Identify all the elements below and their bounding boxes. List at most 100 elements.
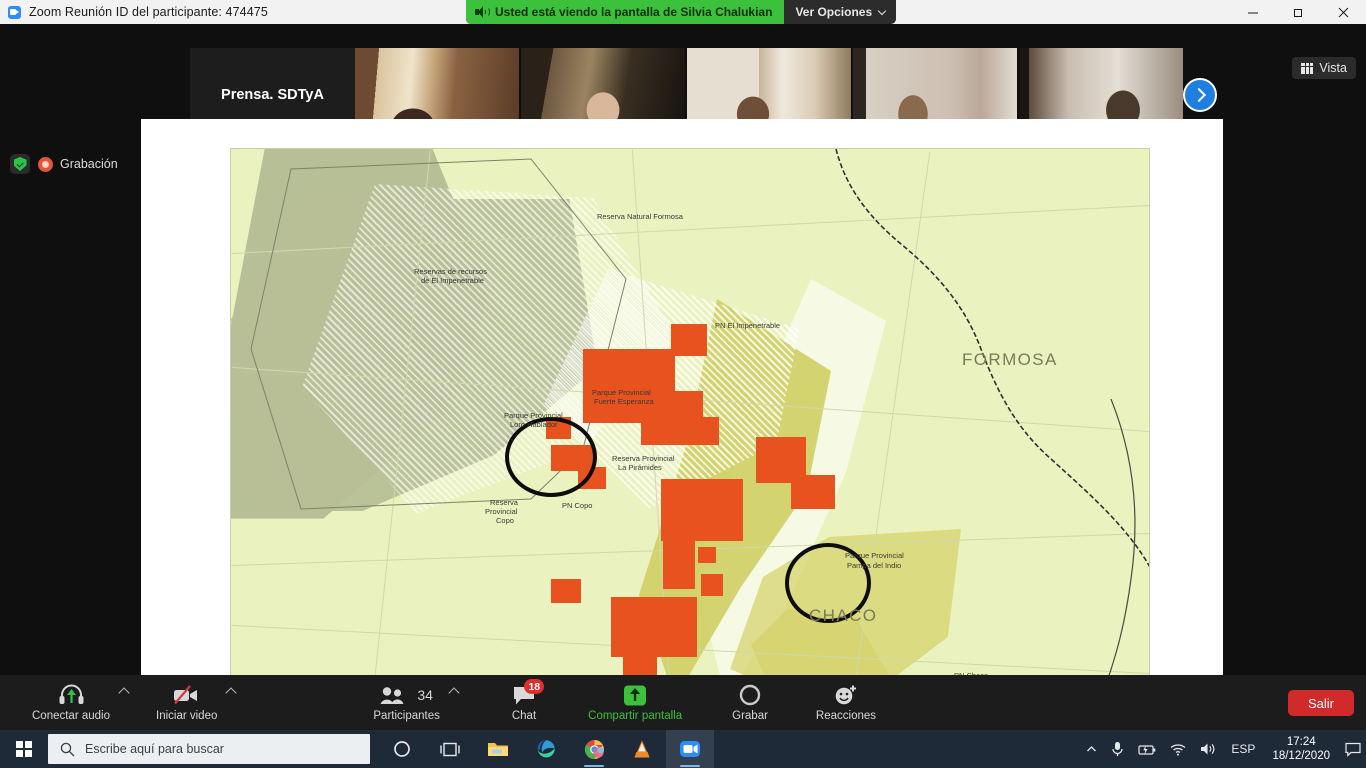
edge-icon[interactable]: [522, 730, 570, 768]
screen-share-banner: Usted está viendo la pantalla de Silvia …: [466, 0, 897, 24]
taskbar-icons: [378, 730, 714, 768]
tray-volume-button[interactable]: [1193, 730, 1224, 768]
record-button[interactable]: Grabar: [722, 675, 778, 730]
map-label: Reservas de recursos: [414, 267, 487, 276]
file-explorer-icon[interactable]: [474, 730, 522, 768]
start-button[interactable]: [0, 730, 48, 768]
map-label: Loro Hablador: [510, 420, 558, 429]
tray-microphone-button[interactable]: [1104, 730, 1131, 768]
participants-count: 34: [417, 687, 433, 703]
wifi-icon: [1171, 743, 1186, 756]
tray-battery-button[interactable]: [1131, 730, 1163, 768]
recording-indicator[interactable]: Grabación: [10, 154, 118, 174]
active-speaker-name: Prensa. SDTyA: [221, 87, 324, 103]
search-placeholder: Escribe aquí para buscar: [85, 742, 224, 756]
reactions-label: Reacciones: [815, 710, 877, 722]
start-video-label: Iniciar video: [156, 710, 218, 722]
windows-taskbar: Escribe aquí para buscar ESP 17:24 18/12…: [0, 730, 1366, 768]
taskbar-search[interactable]: Escribe aquí para buscar: [48, 734, 370, 764]
search-icon: [60, 742, 75, 756]
view-options-button[interactable]: Ver Opciones: [784, 0, 896, 24]
zoom-icon[interactable]: [666, 730, 714, 768]
video-options-button[interactable]: [225, 663, 241, 718]
next-participants-button[interactable]: [1183, 78, 1217, 112]
notification-center-button[interactable]: [1340, 730, 1366, 768]
meeting-stage: Prensa. SDTyA Alejandra Ca... Silvia Cha…: [0, 24, 1366, 718]
audio-control-group: Conectar audio: [22, 675, 134, 730]
clock-date: 18/12/2020: [1272, 750, 1330, 762]
cortana-icon[interactable]: [378, 730, 426, 768]
clock-time: 17:24: [1286, 736, 1316, 748]
battery-charging-icon: [1138, 744, 1156, 755]
security-shield-icon: [10, 154, 30, 174]
leave-meeting-button[interactable]: Salir: [1288, 690, 1354, 716]
map-province-label: CHACO: [809, 606, 878, 625]
chevron-up-icon: [225, 686, 238, 699]
map-label: Parque Provincial: [845, 551, 904, 560]
people-icon: 34: [380, 683, 433, 707]
map-highlight-circle: [505, 417, 597, 497]
protected-area: [641, 417, 719, 445]
smiley-plus-icon: [834, 683, 858, 707]
tray-wifi-button[interactable]: [1163, 730, 1193, 768]
speaker-icon: [475, 6, 490, 18]
map-label: Fuerte Esperanza: [594, 397, 654, 406]
connect-audio-button[interactable]: Conectar audio: [22, 675, 120, 730]
chat-button[interactable]: Chat 18: [502, 675, 546, 730]
zoom-meeting-window: Zoom Reunión ID del participante: 474475…: [0, 0, 1366, 768]
view-layout-button[interactable]: Vista: [1292, 57, 1356, 79]
map-label: Parque Provincial: [592, 388, 651, 397]
map-label: Reserva Provincial: [612, 454, 675, 463]
window-controls: [1231, 0, 1366, 24]
participants-label: Participantes: [373, 710, 440, 722]
participants-button[interactable]: 34 Participantes: [363, 675, 449, 730]
map-label: Reserva Natural Formosa: [597, 212, 683, 221]
meeting-control-bar: Conectar audio Iniciar video 34 Particip…: [0, 675, 1366, 730]
window-title: Zoom Reunión ID del participante: 474475: [29, 5, 268, 19]
grid-view-icon: [1301, 62, 1314, 74]
map-label: La Pirámides: [618, 463, 662, 472]
map-label: Reserva: [490, 498, 518, 507]
maximize-button[interactable]: [1276, 0, 1321, 24]
protected-area: [698, 547, 716, 563]
north-arrow-icon: N: [1148, 287, 1149, 343]
chaco-corridors-map[interactable]: N 0 12.5 25 50 75 100: [230, 148, 1150, 699]
map-label: de El Impenetrable: [421, 276, 484, 285]
start-video-button[interactable]: Iniciar video: [146, 675, 227, 730]
protected-area: [663, 539, 695, 589]
map-label: Pampa del Indio: [847, 561, 902, 570]
map-canvas: [231, 149, 1149, 698]
system-tray: ESP 17:24 18/12/2020: [1079, 730, 1366, 768]
minimize-button[interactable]: [1231, 0, 1276, 24]
language-label: ESP: [1231, 742, 1256, 756]
chevron-up-icon: [448, 686, 460, 699]
close-button[interactable]: [1321, 0, 1366, 24]
protected-area: [611, 597, 697, 657]
microphone-icon: [1112, 742, 1124, 756]
record-circle-icon: [739, 683, 761, 707]
vlc-icon[interactable]: [618, 730, 666, 768]
connect-audio-label: Conectar audio: [32, 710, 110, 722]
share-screen-button[interactable]: Compartir pantalla: [578, 675, 692, 730]
camera-off-icon: [173, 683, 200, 707]
task-view-icon[interactable]: [426, 730, 474, 768]
participants-options-button[interactable]: [448, 663, 464, 718]
tray-language-button[interactable]: ESP: [1224, 730, 1262, 768]
chat-unread-badge: 18: [524, 679, 545, 694]
record-label: Grabar: [732, 710, 768, 722]
chrome-icon[interactable]: [570, 730, 618, 768]
video-control-group: Iniciar video: [146, 675, 241, 730]
recording-label: Grabación: [60, 157, 118, 171]
shared-screen-area: N 0 12.5 25 50 75 100: [141, 119, 1223, 718]
protected-area: [791, 475, 835, 509]
protected-area: [661, 479, 743, 541]
audio-options-button[interactable]: [118, 663, 134, 718]
chevron-up-icon: [118, 686, 130, 699]
share-status: Usted está viendo la pantalla de Silvia …: [466, 0, 785, 24]
map-label: Parque Provincial: [504, 411, 563, 420]
tray-expand-button[interactable]: [1079, 730, 1104, 768]
zoom-icon: [8, 5, 21, 19]
title-bar: Zoom Reunión ID del participante: 474475…: [0, 0, 1366, 24]
reactions-button[interactable]: Reacciones: [806, 675, 886, 730]
taskbar-clock[interactable]: 17:24 18/12/2020: [1262, 730, 1340, 768]
